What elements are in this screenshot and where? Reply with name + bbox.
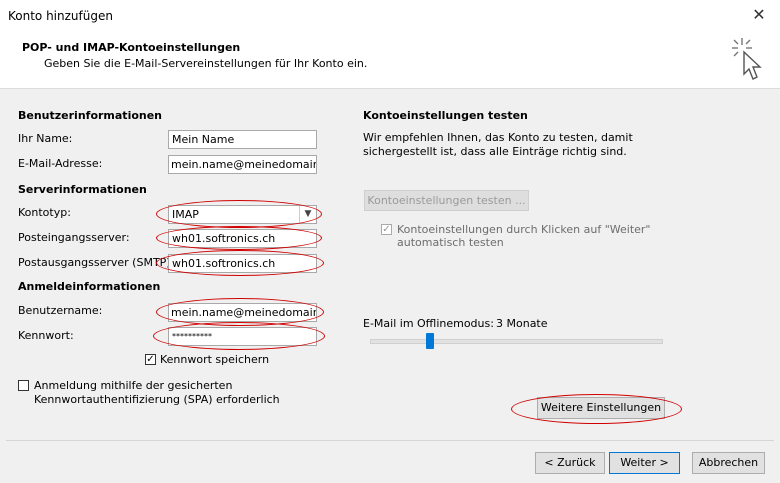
test-settings-heading: Kontoeinstellungen testen xyxy=(363,109,528,122)
name-label: Ihr Name: xyxy=(18,132,73,145)
close-icon[interactable]: ✕ xyxy=(744,2,774,28)
account-type-label: Kontotyp: xyxy=(18,206,71,219)
test-description-line2: sichergestellt ist, dass alle Einträge r… xyxy=(363,145,627,158)
account-type-select[interactable]: IMAP ▼ xyxy=(168,205,317,224)
page-title: POP- und IMAP-Kontoeinstellungen xyxy=(22,41,241,54)
remember-password-label: Kennwort speichern xyxy=(160,353,270,366)
password-label: Kennwort: xyxy=(18,329,74,342)
password-field[interactable]: ********** xyxy=(168,327,317,346)
more-settings-button[interactable]: Weitere Einstellungen xyxy=(537,397,665,419)
username-field[interactable]: mein.name@meinedomain.ch xyxy=(168,303,317,322)
offline-mode-label: E-Mail im Offlinemodus: xyxy=(363,317,494,330)
test-account-button[interactable]: Kontoeinstellungen testen ... xyxy=(364,190,529,211)
page-subtitle: Geben Sie die E-Mail-Servereinstellungen… xyxy=(44,57,368,70)
window-title: Konto hinzufügen xyxy=(8,9,113,23)
user-info-heading: Benutzerinformationen xyxy=(18,109,163,122)
login-info-heading: Anmeldeinformationen xyxy=(18,280,161,293)
auto-test-label-line1: Kontoeinstellungen durch Klicken auf "We… xyxy=(397,223,651,236)
back-button[interactable]: < Zurück xyxy=(535,452,605,474)
title-bar xyxy=(0,0,780,33)
spa-label-line1: Anmeldung mithilfe der gesicherten xyxy=(34,379,233,392)
offline-slider-thumb[interactable] xyxy=(426,333,434,349)
account-type-value: IMAP xyxy=(172,208,199,221)
server-info-heading: Serverinformationen xyxy=(18,183,147,196)
offline-mode-value: 3 Monate xyxy=(496,317,548,330)
email-label: E-Mail-Adresse: xyxy=(18,157,103,170)
email-field[interactable]: mein.name@meinedomain.ch xyxy=(168,155,317,174)
spa-label-line2: Kennwortauthentifizierung (SPA) erforder… xyxy=(34,393,280,406)
incoming-server-field[interactable]: wh01.softronics.ch xyxy=(168,229,317,248)
incoming-server-label: Posteingangsserver: xyxy=(18,231,130,244)
outgoing-server-field[interactable]: wh01.softronics.ch xyxy=(168,254,317,273)
cancel-button[interactable]: Abbrechen xyxy=(692,452,765,474)
offline-slider-track[interactable] xyxy=(370,339,663,344)
spa-checkbox[interactable] xyxy=(18,380,29,391)
wizard-sparkle-cursor-icon xyxy=(732,38,762,80)
name-field[interactable]: Mein Name xyxy=(168,130,317,149)
chevron-down-icon[interactable]: ▼ xyxy=(299,206,316,223)
outgoing-server-label: Postausgangsserver (SMTP): xyxy=(18,256,175,269)
remember-password-checkbox[interactable]: ✓ xyxy=(145,354,156,365)
footer-divider xyxy=(6,440,774,441)
next-button[interactable]: Weiter > xyxy=(609,452,680,474)
auto-test-label-line2: automatisch testen xyxy=(397,236,504,249)
auto-test-checkbox[interactable]: ✓ xyxy=(381,224,392,235)
test-description-line1: Wir empfehlen Ihnen, das Konto zu testen… xyxy=(363,131,633,144)
username-label: Benutzername: xyxy=(18,304,103,317)
